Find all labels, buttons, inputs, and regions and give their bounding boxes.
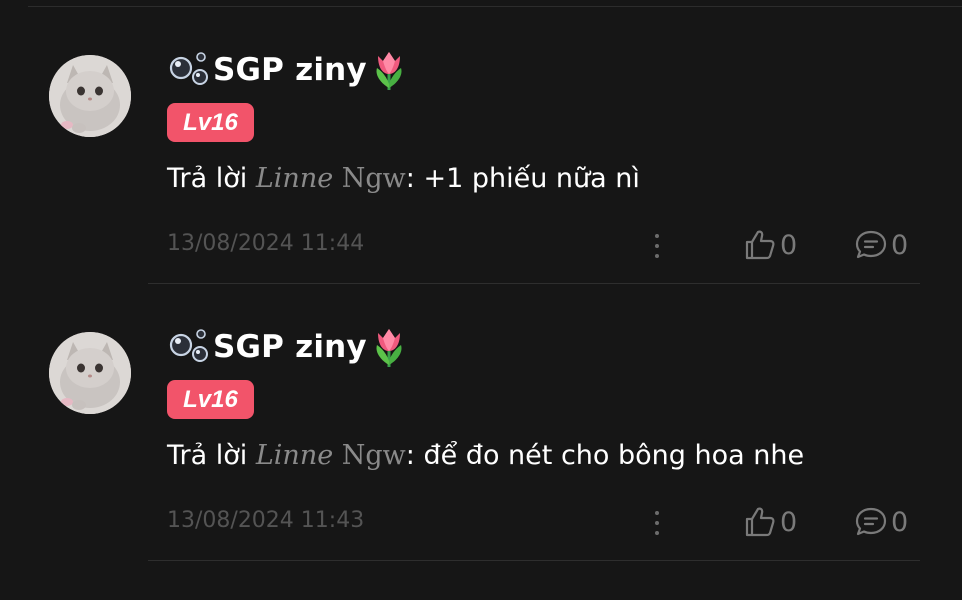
reply-body: : +1 phiếu nữa nì xyxy=(405,163,640,194)
level-badge: Lv16 xyxy=(167,380,254,419)
comment-item: SGP ziny Lv16 Trả lời Linne Ngw: +1 phiế… xyxy=(0,0,962,284)
like-button[interactable]: 0 xyxy=(742,503,797,541)
vertical-ellipsis-icon xyxy=(655,511,659,515)
comment-bubble-icon xyxy=(855,230,887,259)
comment-divider xyxy=(148,560,920,561)
level-badge: Lv16 xyxy=(167,103,254,142)
reply-count: 0 xyxy=(891,229,909,261)
timestamp: 13/08/2024 11:43 xyxy=(167,508,365,533)
reply-body: : để đo nét cho bông hoa nhe xyxy=(405,440,805,471)
like-button[interactable]: 0 xyxy=(742,226,797,264)
comment-bubble-icon xyxy=(855,507,887,536)
reply-prefix: Trả lời xyxy=(167,440,256,471)
avatar[interactable] xyxy=(49,55,131,137)
username-row: SGP ziny xyxy=(167,48,409,92)
cat-avatar-image xyxy=(49,55,131,137)
thumbs-up-icon xyxy=(745,230,775,260)
avatar[interactable] xyxy=(49,332,131,414)
like-count: 0 xyxy=(780,229,798,261)
tulip-icon xyxy=(376,329,402,367)
reply-button[interactable]: 0 xyxy=(853,503,908,541)
mention-last[interactable]: Ngw xyxy=(333,163,406,194)
mention-first[interactable]: Linne xyxy=(256,440,333,471)
tulip-icon xyxy=(376,52,402,90)
more-options-button[interactable] xyxy=(646,507,668,539)
cat-avatar-image xyxy=(49,332,131,414)
vertical-ellipsis-icon xyxy=(655,234,659,238)
bubbles-icon xyxy=(169,52,208,85)
comment-text: Trả lời Linne Ngw: để đo nét cho bông ho… xyxy=(167,440,804,471)
username-row: SGP ziny xyxy=(167,325,409,369)
timestamp: 13/08/2024 11:44 xyxy=(167,231,365,256)
comment-text: Trả lời Linne Ngw: +1 phiếu nữa nì xyxy=(167,163,640,194)
more-options-button[interactable] xyxy=(646,230,668,262)
reply-button[interactable]: 0 xyxy=(853,226,908,264)
like-count: 0 xyxy=(780,506,798,538)
reply-count: 0 xyxy=(891,506,909,538)
mention-last[interactable]: Ngw xyxy=(333,440,406,471)
bubbles-icon xyxy=(169,329,208,362)
username[interactable]: SGP ziny xyxy=(213,329,367,365)
username[interactable]: SGP ziny xyxy=(213,52,367,88)
thumbs-up-icon xyxy=(745,507,775,537)
comment-item: SGP ziny Lv16 Trả lời Linne Ngw: để đo n… xyxy=(0,277,962,561)
mention-first[interactable]: Linne xyxy=(256,163,333,194)
reply-prefix: Trả lời xyxy=(167,163,256,194)
